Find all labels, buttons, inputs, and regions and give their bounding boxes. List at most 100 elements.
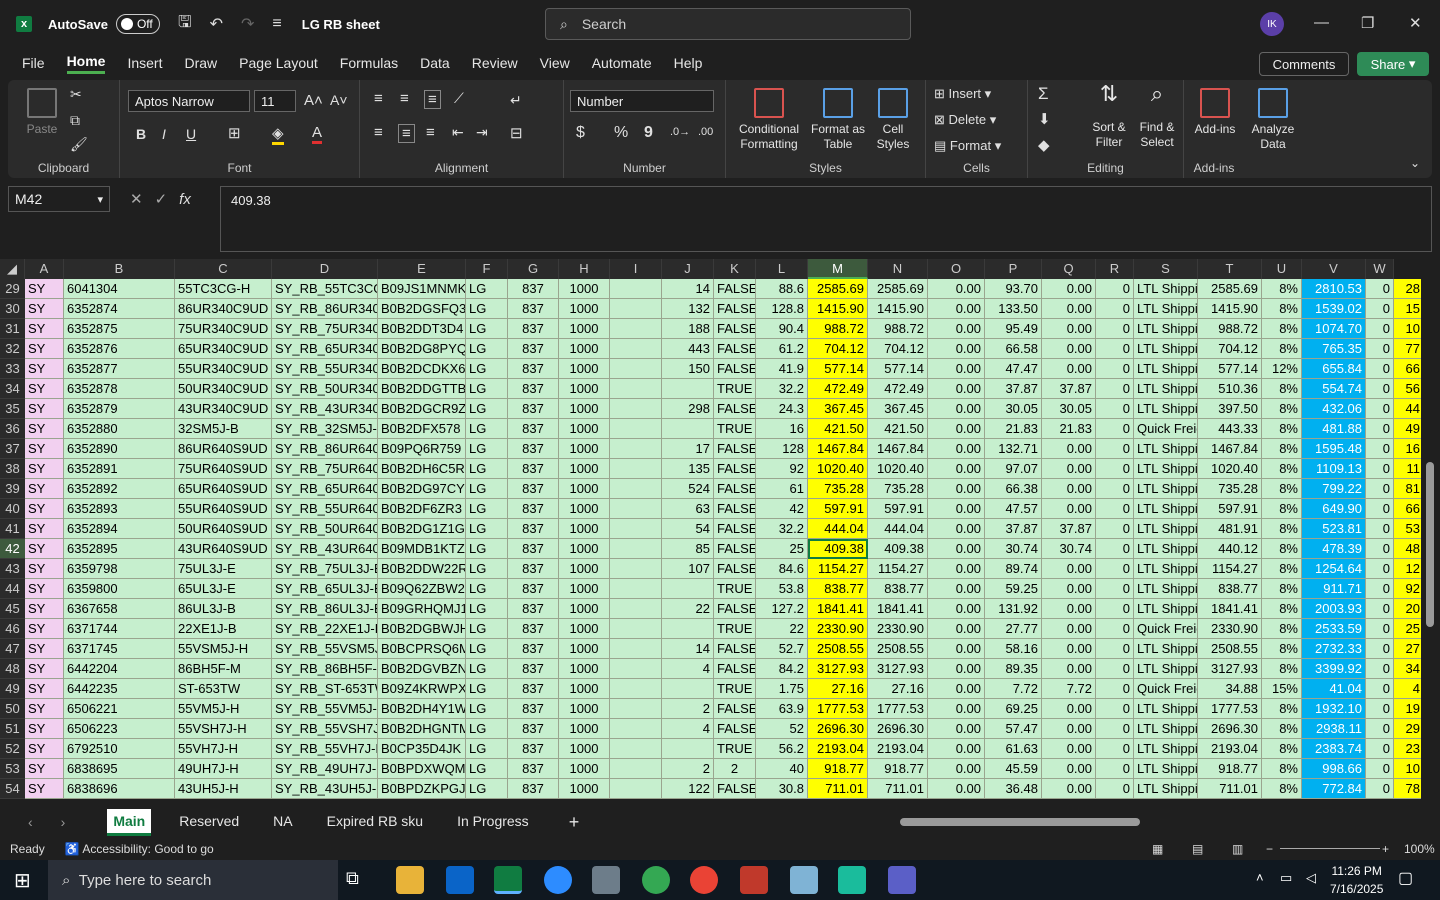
row-header[interactable]: 47 [0, 639, 25, 659]
menu-tab-automate[interactable]: Automate [592, 55, 652, 71]
cell-s-33[interactable]: LTL Shipping [1134, 359, 1198, 379]
cell-t-38[interactable]: 1020.40 [1198, 459, 1262, 479]
cell-r-29[interactable]: 0 [1096, 279, 1134, 299]
column-header-k[interactable]: K [714, 259, 756, 279]
cell-t-45[interactable]: 1841.41 [1198, 599, 1262, 619]
cell-w-35[interactable]: 0 [1366, 399, 1394, 419]
cell-s-54[interactable]: LTL Shipping [1134, 779, 1198, 799]
number-format-select[interactable]: Number [570, 90, 714, 112]
page-layout-view-icon[interactable]: ▤ [1192, 842, 1203, 856]
cell-v-44[interactable]: 911.71 [1302, 579, 1366, 599]
cell-t-30[interactable]: 1415.90 [1198, 299, 1262, 319]
cell-q-29[interactable]: 0.00 [1042, 279, 1096, 299]
cell-o-53[interactable]: 0.00 [928, 759, 985, 779]
cell-j-34[interactable] [662, 379, 714, 399]
cut-icon[interactable]: ✂ [70, 86, 82, 103]
cell-u-50[interactable]: 8% [1262, 699, 1302, 719]
cell-k-38[interactable]: FALSE [714, 459, 756, 479]
row-header[interactable]: 45 [0, 599, 25, 619]
cell-o-51[interactable]: 0.00 [928, 719, 985, 739]
cell-i-53[interactable] [610, 759, 662, 779]
format-as-table-button[interactable]: Format as Table [810, 88, 866, 152]
cell-t-37[interactable]: 1467.84 [1198, 439, 1262, 459]
cell-r-42[interactable]: 0 [1096, 539, 1134, 559]
cell-v-38[interactable]: 1109.13 [1302, 459, 1366, 479]
cell-w-32[interactable]: 0 [1366, 339, 1394, 359]
zoom-level[interactable]: 100% [1404, 842, 1435, 856]
cell-u-45[interactable]: 8% [1262, 599, 1302, 619]
cell-c-47[interactable]: 55VSM5J-H [175, 639, 272, 659]
cell-k-29[interactable]: FALSE [714, 279, 756, 299]
cell-c-52[interactable]: 55VH7J-H [175, 739, 272, 759]
cell-l-43[interactable]: 84.6 [756, 559, 808, 579]
cell-t-48[interactable]: 3127.93 [1198, 659, 1262, 679]
menu-tab-review[interactable]: Review [472, 55, 518, 71]
cell-l-40[interactable]: 42 [756, 499, 808, 519]
cell-t-29[interactable]: 2585.69 [1198, 279, 1262, 299]
cell-j-51[interactable]: 4 [662, 719, 714, 739]
cell-n-44[interactable]: 838.77 [868, 579, 928, 599]
add-sheet-icon[interactable]: + [569, 812, 580, 833]
cell-j-39[interactable]: 524 [662, 479, 714, 499]
cell-v-30[interactable]: 1539.02 [1302, 299, 1366, 319]
cell-w-51[interactable]: 29 [1394, 719, 1421, 739]
cell-v-50[interactable]: 1932.10 [1302, 699, 1366, 719]
cell-l-31[interactable]: 90.4 [756, 319, 808, 339]
sheet-tab-main[interactable]: Main [107, 808, 152, 836]
column-header-d[interactable]: D [272, 259, 378, 279]
cell-a-32[interactable]: SY [25, 339, 64, 359]
cell-j-48[interactable]: 4 [662, 659, 714, 679]
cell-n-37[interactable]: 1467.84 [868, 439, 928, 459]
cell-o-43[interactable]: 0.00 [928, 559, 985, 579]
volume-icon[interactable]: ◁ [1306, 870, 1316, 886]
cell-h-35[interactable]: 1000 [559, 399, 610, 419]
cell-p-52[interactable]: 61.63 [985, 739, 1042, 759]
increase-indent-icon[interactable]: ⇥ [476, 124, 488, 141]
cell-o-36[interactable]: 0.00 [928, 419, 985, 439]
cell-q-36[interactable]: 21.83 [1042, 419, 1096, 439]
cell-a-34[interactable]: SY [25, 379, 64, 399]
cell-w-33[interactable]: 0 [1366, 359, 1394, 379]
cell-a-40[interactable]: SY [25, 499, 64, 519]
column-header-p[interactable]: P [985, 259, 1042, 279]
cell-o-44[interactable]: 0.00 [928, 579, 985, 599]
tray-chevron-icon[interactable]: ˄ [1256, 870, 1264, 885]
cell-s-30[interactable]: LTL Shipping [1134, 299, 1198, 319]
cell-d-34[interactable]: SY_RB_50UR340C [272, 379, 378, 399]
cell-s-29[interactable]: LTL Shipping [1134, 279, 1198, 299]
cell-h-30[interactable]: 1000 [559, 299, 610, 319]
cell-i-39[interactable] [610, 479, 662, 499]
menu-tab-data[interactable]: Data [420, 55, 450, 71]
cell-k-33[interactable]: FALSE [714, 359, 756, 379]
cell-o-39[interactable]: 0.00 [928, 479, 985, 499]
cell-l-34[interactable]: 32.2 [756, 379, 808, 399]
cell-p-50[interactable]: 69.25 [985, 699, 1042, 719]
cell-j-40[interactable]: 63 [662, 499, 714, 519]
borders-icon[interactable]: ⊞ [228, 124, 241, 142]
filezilla-icon[interactable] [740, 866, 768, 894]
cell-w-48[interactable]: 34 [1394, 659, 1421, 679]
row-header[interactable]: 39 [0, 479, 25, 499]
cell-m-40[interactable]: 597.91 [808, 499, 868, 519]
cell-b-43[interactable]: 6359798 [64, 559, 175, 579]
align-right-icon[interactable]: ≡ [426, 124, 435, 141]
menu-tab-formulas[interactable]: Formulas [340, 55, 398, 71]
cell-a-36[interactable]: SY [25, 419, 64, 439]
cell-c-49[interactable]: ST-653TW [175, 679, 272, 699]
cell-o-42[interactable]: 0.00 [928, 539, 985, 559]
cell-d-43[interactable]: SY_RB_75UL3J-E [272, 559, 378, 579]
cell-o-31[interactable]: 0.00 [928, 319, 985, 339]
cell-t-43[interactable]: 1154.27 [1198, 559, 1262, 579]
column-header-g[interactable]: G [508, 259, 559, 279]
cell-s-39[interactable]: LTL Shipping [1134, 479, 1198, 499]
cell-f-51[interactable]: LG [466, 719, 508, 739]
cell-o-52[interactable]: 0.00 [928, 739, 985, 759]
cell-q-46[interactable]: 0.00 [1042, 619, 1096, 639]
cell-q-52[interactable]: 0.00 [1042, 739, 1096, 759]
menu-tab-page-layout[interactable]: Page Layout [239, 55, 318, 71]
cell-t-33[interactable]: 577.14 [1198, 359, 1262, 379]
cell-r-34[interactable]: 0 [1096, 379, 1134, 399]
cell-m-46[interactable]: 2330.90 [808, 619, 868, 639]
cell-c-30[interactable]: 86UR340C9UD [175, 299, 272, 319]
cell-i-35[interactable] [610, 399, 662, 419]
